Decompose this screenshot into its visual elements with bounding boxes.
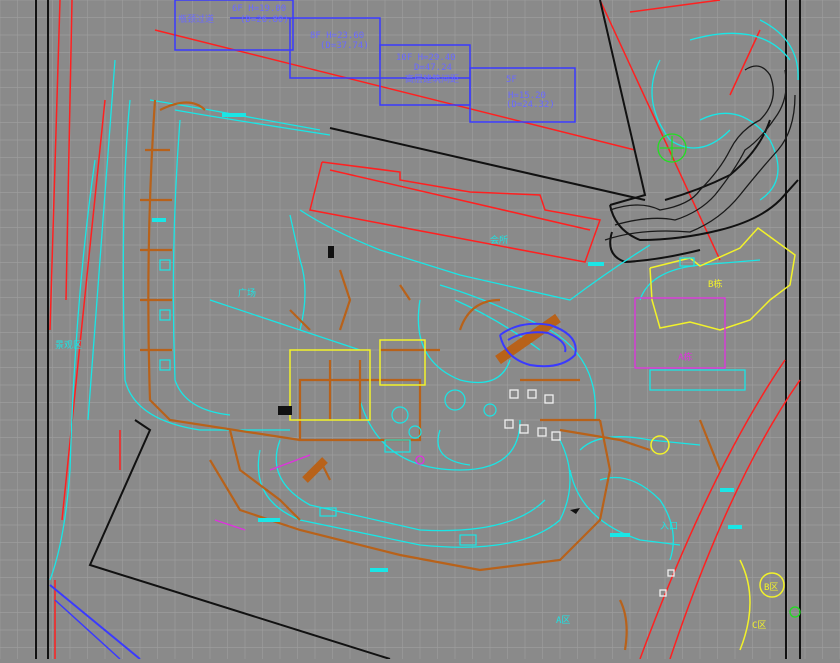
label-bldg-c-d: D=47.24 xyxy=(414,63,452,73)
site-plan-canvas[interactable]: 6F H=19.00 (D=26.80) 瓶颈过道 8F H=23.60 (D=… xyxy=(0,0,840,660)
label-bldg-c: 10F H=29.40 xyxy=(396,53,456,63)
label-bldg-b-d: (D=37.74) xyxy=(320,41,369,51)
label-zone-right1: B栋 xyxy=(708,278,722,290)
label-zone-br2: C区 xyxy=(752,620,766,631)
cyan-markers xyxy=(152,113,742,572)
building-labels: 6F H=19.00 (D=26.80) 瓶颈过道 8F H=23.60 (D=… xyxy=(178,4,555,110)
label-plaza: 广场 xyxy=(238,287,256,299)
magenta-zone-labels: A栋 xyxy=(678,351,692,363)
label-bldg-c-note: 高层建筑间距 xyxy=(405,73,459,85)
label-entrance: 入口 xyxy=(660,521,678,532)
label-bldg-b: 8F H=23.60 xyxy=(310,31,364,41)
label-bldg-d: 5F xyxy=(506,75,517,85)
label-bldg-a-note: 瓶颈过道 xyxy=(178,13,214,25)
label-zone-left: 景观区 xyxy=(55,340,82,351)
background-grid xyxy=(0,0,840,659)
label-bldg-a: 6F H=19.00 xyxy=(232,4,286,14)
cad-drawing-viewport[interactable]: 6F H=19.00 (D=26.80) 瓶颈过道 8F H=23.60 (D=… xyxy=(0,0,840,660)
label-zone-br: B区 xyxy=(764,582,778,593)
label-bldg-a-d: (D=26.80) xyxy=(240,15,289,25)
brown-diagonal-feature xyxy=(302,313,561,483)
label-bldg-d-d: (D=24.32) xyxy=(506,100,555,110)
cyan-small-rects xyxy=(159,257,695,546)
label-zone-right2: A栋 xyxy=(678,351,692,363)
label-clubhouse: 会所 xyxy=(490,234,508,246)
label-zone-bottom: A区 xyxy=(556,615,570,626)
yellow-zone-labels: B栋 B区 C区 xyxy=(708,278,778,631)
brown-walkways xyxy=(140,99,722,651)
